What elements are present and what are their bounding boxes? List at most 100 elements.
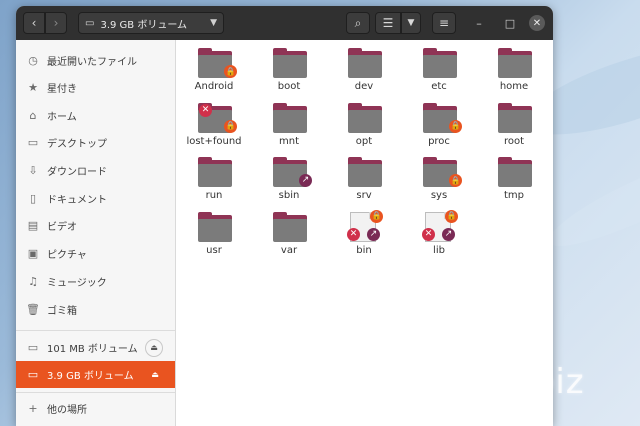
folder-item[interactable]: 🔒 sys (409, 157, 469, 209)
folder-icon (273, 48, 307, 78)
maximize-button[interactable]: □ (502, 15, 518, 31)
recent-clock-icon: ◷ (28, 54, 38, 67)
folder-icon (348, 157, 382, 187)
chevron-down-icon: ▼ (210, 18, 217, 28)
sidebar-item-volume-3-9gb[interactable]: ▭ 3.9 GB ボリューム ⏏ (16, 361, 175, 388)
folder-icon (348, 48, 382, 78)
item-label: home (499, 81, 529, 92)
sidebar-item-other-locations[interactable]: + 他の場所 (16, 395, 175, 422)
sidebar-item-trash[interactable]: 🗑 ゴミ箱 (16, 296, 175, 323)
folder-item[interactable]: usr (184, 211, 244, 264)
sidebar: ◷ 最近開いたファイル ★ 星付き ⌂ ホーム ▭ デスクトップ ⇩ ダウンロー… (16, 40, 176, 426)
sidebar-item-desktop[interactable]: ▭ デスクトップ (16, 129, 175, 156)
folder-item[interactable]: boot (259, 48, 319, 100)
folder-item[interactable]: etc (409, 48, 469, 100)
item-label: bin (356, 244, 372, 256)
folder-icon (498, 102, 532, 133)
folder-icon (198, 211, 232, 242)
menu-button[interactable]: ≡ (432, 12, 456, 34)
sidebar-item-label: 星付き (47, 84, 77, 95)
sidebar-item-home[interactable]: ⌂ ホーム (16, 102, 175, 129)
emblem-nope-icon: ✕ (199, 103, 212, 117)
item-label: run (205, 190, 223, 201)
folder-icon (348, 102, 382, 133)
folder-icon (273, 102, 307, 133)
item-label: var (280, 244, 298, 256)
eject-button[interactable]: ⏏ (145, 338, 163, 357)
folder-icon (198, 157, 232, 187)
sidebar-item-downloads[interactable]: ⇩ ダウンロード (16, 157, 175, 184)
folder-item[interactable]: home (484, 48, 544, 100)
back-button[interactable]: ‹ (23, 12, 45, 34)
search-button[interactable]: ⌕ (346, 12, 370, 34)
folder-item[interactable]: 🔒 proc (409, 102, 469, 155)
sidebar-item-documents[interactable]: ▯ ドキュメント (16, 185, 175, 212)
item-label: proc (428, 135, 450, 147)
emblem-lock-icon: 🔒 (449, 119, 462, 133)
folder-item[interactable]: run (184, 157, 244, 209)
folder-item[interactable]: var (259, 211, 319, 264)
emblem-link-icon: ↗ (299, 174, 312, 187)
folder-icon (498, 157, 532, 187)
sidebar-item-videos[interactable]: ▤ ビデオ (16, 212, 175, 239)
drive-icon: ▭ (85, 17, 95, 29)
folder-item[interactable]: 🔒 Android (184, 48, 244, 100)
file-item[interactable]: 🔒 ✕ ↗ bin (334, 209, 394, 264)
folder-item[interactable]: srv (334, 157, 394, 209)
item-label: boot (277, 81, 301, 92)
hamburger-icon: ≡ (438, 16, 450, 30)
item-label: sys (430, 190, 448, 201)
home-icon: ⌂ (29, 109, 37, 122)
sidebar-item-recent[interactable]: ◷ 最近開いたファイル (16, 47, 175, 74)
folder-item[interactable]: mnt (259, 102, 319, 155)
item-label: lib (433, 244, 445, 256)
sidebar-item-label: ビデオ (47, 222, 77, 233)
document-icon: ▯ (29, 192, 37, 205)
folder-item[interactable]: opt (334, 102, 394, 155)
location-path-button[interactable]: ▭ 3.9 GB ボリューム ▼ (78, 12, 224, 34)
eject-button[interactable]: ⏏ (147, 367, 163, 383)
header-bar: ‹ › ▭ 3.9 GB ボリューム ▼ ⌕ ☰ ▼ ≡ – □ ✕ (16, 6, 553, 40)
star-icon: ★ (28, 81, 38, 94)
picture-icon: ▣ (27, 247, 39, 260)
video-icon: ▤ (27, 219, 39, 232)
sidebar-item-label: ダウンロード (47, 167, 107, 178)
folder-icon (273, 211, 307, 242)
sidebar-item-label: 101 MB ボリューム (47, 344, 138, 355)
item-label: srv (356, 190, 372, 201)
item-label: mnt (279, 135, 299, 147)
watermark: k05.biz (455, 362, 585, 402)
sidebar-item-music[interactable]: ♫ ミュージック (16, 268, 175, 295)
minimize-button[interactable]: – (471, 15, 487, 31)
sidebar-item-label: ミュージック (47, 278, 107, 289)
sidebar-item-label: ホーム (47, 112, 77, 123)
sidebar-item-label: ピクチャ (47, 250, 87, 261)
folder-item[interactable]: root (484, 102, 544, 155)
emblem-link-icon: ↗ (367, 227, 380, 241)
emblem-lock-icon: 🔒 (224, 65, 237, 78)
folder-item[interactable]: ↗ sbin (259, 157, 319, 209)
view-toggle-button[interactable]: ☰ (375, 12, 401, 34)
emblem-lock-icon: 🔒 (224, 119, 237, 133)
folder-item[interactable]: tmp (484, 157, 544, 209)
close-button[interactable]: ✕ (529, 15, 545, 31)
chevron-down-icon: ▼ (407, 18, 415, 28)
sidebar-item-starred[interactable]: ★ 星付き (16, 74, 175, 101)
download-icon: ⇩ (28, 164, 38, 177)
sidebar-item-label: デスクトップ (47, 139, 107, 150)
item-label: root (503, 135, 525, 147)
folder-item[interactable]: ✕ 🔒 lost+found (184, 102, 244, 155)
emblem-nope-icon: ✕ (422, 227, 435, 241)
item-label: Android (194, 81, 234, 92)
item-label: lost+found (186, 135, 242, 147)
folder-item[interactable]: dev (334, 48, 394, 100)
sidebar-item-volume-101mb[interactable]: ▭ 101 MB ボリューム ⏏ (16, 334, 175, 361)
list-view-icon: ☰ (382, 16, 394, 30)
item-label: tmp (503, 190, 524, 201)
sidebar-item-pictures[interactable]: ▣ ピクチャ (16, 240, 175, 267)
view-options-button[interactable]: ▼ (401, 12, 421, 34)
item-label: usr (206, 244, 222, 256)
file-item[interactable]: 🔒 ✕ ↗ lib (409, 209, 469, 264)
sidebar-divider (16, 392, 175, 393)
forward-button[interactable]: › (45, 12, 67, 34)
